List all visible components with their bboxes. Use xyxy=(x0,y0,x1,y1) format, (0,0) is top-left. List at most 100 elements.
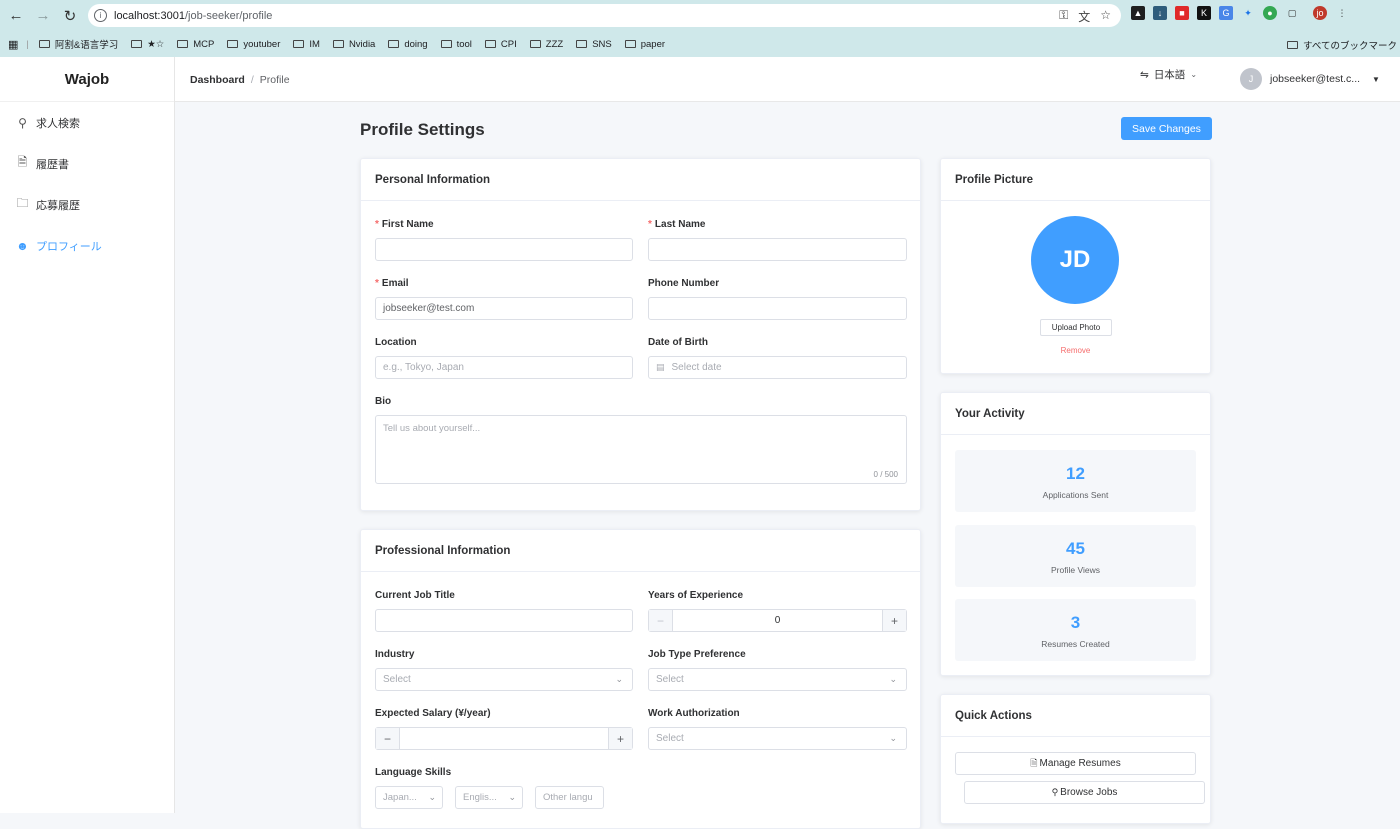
phone-input[interactable] xyxy=(648,297,907,320)
language-switcher[interactable]: ⇋ 日本語 ⌄ xyxy=(1140,67,1197,82)
bookmark-folder[interactable]: MCP xyxy=(177,37,214,51)
personal-info-card: Personal Information * First Name * Last N… xyxy=(360,158,921,511)
experience-value[interactable]: 0 xyxy=(672,610,883,631)
job-type-select[interactable]: Select ⌄ xyxy=(648,668,907,691)
app-logo[interactable]: Wajob xyxy=(0,57,174,102)
user-menu[interactable]: J jobseeker@test.c... ▼ xyxy=(1240,68,1380,90)
remove-photo-link[interactable]: Remove xyxy=(941,346,1210,355)
professional-info-card: Professional Information Current Job Tit… xyxy=(360,529,921,829)
job-type-label: Job Type Preference xyxy=(648,649,746,660)
bio-counter: 0 / 500 xyxy=(873,470,898,479)
language-select-1[interactable]: Japan... ⌄ xyxy=(375,786,443,809)
dob-picker[interactable]: ▤ Select date xyxy=(648,356,907,379)
bookmark-folder[interactable]: SNS xyxy=(576,37,612,51)
puzzle-icon[interactable]: ✦ xyxy=(1241,6,1255,20)
site-info-icon[interactable]: i xyxy=(94,9,107,22)
translate-icon[interactable]: 文 xyxy=(1078,8,1090,25)
bookmark-folder[interactable]: ZZZ xyxy=(529,37,563,51)
job-title-label: Current Job Title xyxy=(375,590,455,601)
translate-icon: ⇋ xyxy=(1140,68,1149,81)
bookmark-folder[interactable]: ★☆ xyxy=(131,37,164,51)
language-label: 日本語 xyxy=(1153,69,1186,81)
location-input[interactable]: e.g., Tokyo, Japan xyxy=(375,356,633,379)
ext-icon[interactable]: ▲ xyxy=(1131,6,1145,20)
bookmark-folder[interactable]: paper xyxy=(624,37,665,51)
forward-icon[interactable]: → xyxy=(30,3,56,29)
job-title-input[interactable] xyxy=(375,609,633,632)
browser-toolbar: ← → ↻ i localhost:3001/job-seeker/profil… xyxy=(0,0,1400,31)
experience-stepper[interactable]: − 0 + xyxy=(648,609,907,632)
browse-jobs-button[interactable]: ⚲ Browse Jobs xyxy=(964,781,1205,804)
address-bar[interactable]: i localhost:3001/job-seeker/profile ⚿ 文 … xyxy=(88,4,1121,27)
sidebar-item-label: 応募履歴 xyxy=(36,199,80,212)
first-name-label: * First Name xyxy=(375,219,434,230)
ext-icon[interactable]: ■ xyxy=(1175,6,1189,20)
folder-icon xyxy=(484,40,496,48)
chevron-down-icon: ⌄ xyxy=(889,733,897,743)
last-name-input[interactable] xyxy=(648,238,907,261)
all-bookmarks[interactable]: すべてのブックマーク xyxy=(1287,38,1397,52)
bookmark-folder[interactable]: doing xyxy=(388,37,428,51)
email-field[interactable]: jobseeker@test.com xyxy=(375,297,633,320)
work-auth-label: Work Authorization xyxy=(648,708,740,719)
folder-icon xyxy=(227,40,239,48)
card-title: Profile Picture xyxy=(941,159,1210,201)
profile-avatar-icon[interactable]: jo xyxy=(1313,6,1327,20)
sidebar: Wajob ⚲ 求人検索 🗎 履歴書 🗀 応募履歴 ☻ プロフィール xyxy=(0,57,175,813)
ext-icon[interactable]: K xyxy=(1197,6,1211,20)
document-icon: 🗎 xyxy=(1030,757,1038,768)
first-name-input[interactable] xyxy=(375,238,633,261)
bookmark-folder[interactable]: youtuber xyxy=(227,37,280,51)
other-language-input[interactable]: Other langu xyxy=(535,786,604,809)
sidebar-item-profile[interactable]: ☻ プロフィール xyxy=(0,225,174,266)
calendar-icon: ▤ xyxy=(656,362,665,372)
bookmark-folder[interactable]: CPI xyxy=(484,37,517,51)
sidebar-item-applications[interactable]: 🗀 応募履歴 xyxy=(0,184,174,225)
salary-stepper[interactable]: − + xyxy=(375,727,633,750)
decrement-button[interactable]: − xyxy=(649,610,672,631)
industry-select[interactable]: Select ⌄ xyxy=(375,668,633,691)
star-icon[interactable]: ☆ xyxy=(1100,8,1111,25)
main-content: Profile Settings Save Changes Personal I… xyxy=(175,102,1400,829)
folder-icon xyxy=(440,40,452,48)
decrement-button[interactable]: − xyxy=(376,728,399,749)
bio-label: Bio xyxy=(375,396,392,407)
apps-icon[interactable]: ▦ xyxy=(8,38,18,51)
bookmark-folder[interactable]: 阿割&语言学习 xyxy=(38,37,118,51)
ext-icon[interactable]: G xyxy=(1219,6,1233,20)
manage-resumes-button[interactable]: 🗎 Manage Resumes xyxy=(955,752,1196,775)
folder-icon xyxy=(624,40,636,48)
work-auth-select[interactable]: Select ⌄ xyxy=(648,727,907,750)
key-icon[interactable]: ⚿ xyxy=(1059,8,1068,25)
folder-icon: 🗀 xyxy=(16,196,29,210)
folder-icon xyxy=(293,40,305,48)
ext-icon[interactable]: ● xyxy=(1263,6,1277,20)
folder-icon xyxy=(1287,41,1299,49)
download-icon[interactable]: ↓ xyxy=(1153,6,1167,20)
extensions: ▲ ↓ ■ K G ✦ ● ▢ jo ⋮ xyxy=(1131,6,1349,20)
stat-value: 12 xyxy=(1066,464,1085,483)
extensions-icon[interactable]: ▢ xyxy=(1285,6,1299,20)
increment-button[interactable]: + xyxy=(609,728,632,749)
language-select-2[interactable]: Englis... ⌄ xyxy=(455,786,523,809)
document-icon: 🗎 xyxy=(17,155,28,169)
sidebar-item-job-search[interactable]: ⚲ 求人検索 xyxy=(0,102,174,143)
increment-button[interactable]: + xyxy=(883,610,906,631)
breadcrumb-dashboard[interactable]: Dashboard xyxy=(190,74,245,86)
bookmark-folder[interactable]: Nvidia xyxy=(332,37,375,51)
back-icon[interactable]: ← xyxy=(3,3,29,29)
dob-label: Date of Birth xyxy=(648,337,708,348)
bookmark-folder[interactable]: tool xyxy=(440,37,472,51)
bookmark-folder[interactable]: IM xyxy=(293,37,320,51)
salary-value[interactable] xyxy=(399,728,609,749)
sidebar-item-resumes[interactable]: 🗎 履歴書 xyxy=(0,143,174,184)
reload-icon[interactable]: ↻ xyxy=(57,3,83,29)
upload-photo-button[interactable]: Upload Photo xyxy=(1040,319,1112,336)
save-button[interactable]: Save Changes xyxy=(1121,117,1212,140)
chevron-down-icon: ⌄ xyxy=(1190,70,1198,79)
menu-icon[interactable]: ⋮ xyxy=(1335,6,1349,20)
chevron-down-icon: ⌄ xyxy=(889,674,897,684)
search-icon: ⚲ xyxy=(18,115,27,130)
bio-textarea[interactable]: Tell us about yourself... 0 / 500 xyxy=(375,415,907,484)
stat-resumes: 3 Resumes Created xyxy=(955,599,1196,661)
